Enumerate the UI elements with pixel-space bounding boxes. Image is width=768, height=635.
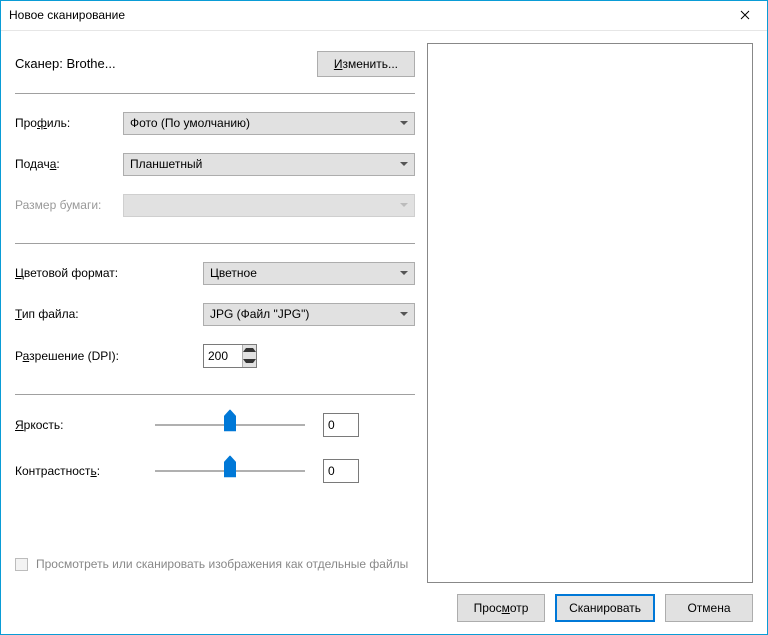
close-button[interactable] (722, 1, 767, 30)
brightness-slider[interactable] (155, 414, 305, 436)
chevron-up-icon (243, 348, 256, 352)
brightness-value[interactable]: 0 (323, 413, 359, 437)
dpi-spinner[interactable] (203, 344, 257, 368)
titlebar: Новое сканирование (1, 1, 767, 31)
chevron-down-icon (400, 203, 408, 207)
feeder-label: Подача: (15, 157, 123, 171)
file-type-combo[interactable]: JPG (Файл "JPG") (203, 303, 415, 326)
divider (15, 93, 415, 94)
divider (15, 243, 415, 244)
paper-size-label: Размер бумаги: (15, 198, 123, 212)
preview-button[interactable]: Просмотр (457, 594, 545, 622)
profile-label: Профиль: (15, 116, 123, 130)
slider-thumb[interactable] (224, 409, 236, 431)
separate-files-label: Просмотреть или сканировать изображения … (36, 557, 408, 571)
dpi-label: Разрешение (DPI): (15, 349, 203, 363)
contrast-slider[interactable] (155, 460, 305, 482)
spinner-up[interactable] (243, 345, 256, 356)
paper-size-combo (123, 194, 415, 217)
separate-files-checkbox (15, 558, 28, 571)
change-scanner-button[interactable]: Изменить... (317, 51, 415, 77)
brightness-label: Яркость: (15, 418, 155, 432)
file-type-label: Тип файла: (15, 307, 203, 321)
close-icon (740, 10, 750, 20)
scan-dialog: Новое сканирование Сканер: Brothe... Изм… (0, 0, 768, 635)
chevron-down-icon (243, 359, 256, 363)
change-btn-rest: зменить... (342, 57, 398, 71)
preview-panel (427, 43, 753, 583)
chevron-down-icon (400, 271, 408, 275)
chevron-down-icon (400, 312, 408, 316)
scanner-label: Сканер: Brothe... (15, 56, 116, 71)
chevron-down-icon (400, 162, 408, 166)
profile-combo[interactable]: Фото (По умолчанию) (123, 112, 415, 135)
settings-panel: Сканер: Brothe... Изменить... Профиль: Ф… (15, 43, 423, 583)
chevron-down-icon (400, 121, 408, 125)
dialog-footer: Просмотр Сканировать Отмена (1, 583, 767, 634)
color-format-combo[interactable]: Цветное (203, 262, 415, 285)
slider-thumb[interactable] (224, 455, 236, 477)
contrast-label: Контрастность: (15, 464, 155, 478)
spinner-down[interactable] (243, 356, 256, 367)
contrast-value[interactable]: 0 (323, 459, 359, 483)
scan-button[interactable]: Сканировать (555, 594, 655, 622)
dpi-input[interactable] (204, 345, 242, 367)
feeder-combo[interactable]: Планшетный (123, 153, 415, 176)
preview-area[interactable] (427, 43, 753, 583)
divider (15, 394, 415, 395)
cancel-button[interactable]: Отмена (665, 594, 753, 622)
color-format-label: Цветовой формат: (15, 266, 203, 280)
window-title: Новое сканирование (9, 8, 722, 22)
